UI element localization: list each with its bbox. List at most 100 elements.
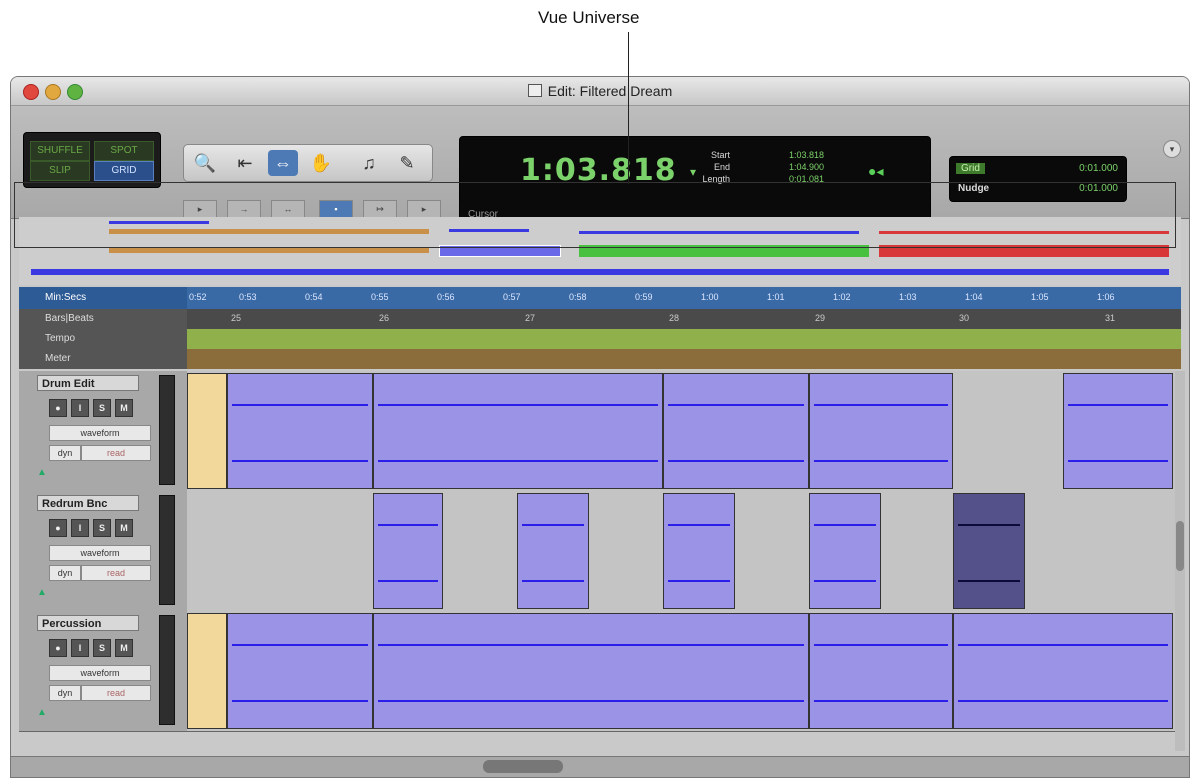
grid-value[interactable]: 0:01.000 — [1079, 163, 1118, 174]
tempo-ruler[interactable] — [187, 329, 1181, 349]
solo-button[interactable]: S — [93, 399, 111, 417]
solo-button[interactable]: S — [93, 639, 111, 657]
track-name[interactable]: Percussion — [37, 615, 139, 631]
record-enable-button[interactable]: ● — [49, 639, 67, 657]
tick-label: 1:02 — [833, 292, 851, 302]
audio-clip[interactable] — [227, 373, 373, 489]
spot-mode-button[interactable]: SPOT — [94, 141, 154, 161]
vertical-scroll-thumb[interactable] — [1176, 521, 1184, 571]
selector-tool-icon[interactable]: ⇔ — [268, 150, 298, 176]
record-enable-button[interactable]: ● — [49, 519, 67, 537]
audio-clip[interactable] — [373, 373, 663, 489]
dyn-button[interactable]: dyn — [49, 685, 81, 701]
automation-mode-selector[interactable]: read — [81, 445, 151, 461]
track-lane-redrum-bnc[interactable] — [187, 491, 1181, 612]
minsecs-ruler[interactable]: 0:52 0:53 0:54 0:55 0:56 0:57 0:58 0:59 … — [187, 287, 1181, 309]
zoom-tool-icon[interactable]: 🔍 — [190, 150, 220, 176]
scrub-tool-icon[interactable]: ♫ — [354, 150, 384, 176]
volume-icon[interactable]: ▲ — [37, 707, 47, 718]
title-bar: Edit: Filtered Dream — [11, 77, 1189, 106]
audio-clip[interactable] — [663, 493, 735, 609]
audio-clip-selected[interactable] — [953, 493, 1025, 609]
waveform — [378, 524, 438, 526]
bars-beats-ruler[interactable]: 25 26 27 28 29 30 31 — [187, 309, 1181, 329]
track-view-selector[interactable]: waveform — [49, 665, 151, 681]
grid-mode-button[interactable]: GRID — [94, 161, 154, 181]
meter-ruler-label[interactable]: Meter — [19, 349, 187, 369]
mute-button[interactable]: M — [115, 519, 133, 537]
bottom-bar — [11, 756, 1189, 777]
volume-icon[interactable]: ▲ — [37, 467, 47, 478]
track-lane-percussion[interactable] — [187, 611, 1181, 732]
input-monitor-button[interactable]: I — [71, 399, 89, 417]
slip-mode-button[interactable]: SLIP — [30, 161, 90, 181]
dyn-button[interactable]: dyn — [49, 445, 81, 461]
audio-clip[interactable] — [1063, 373, 1173, 489]
minsecs-ruler-label[interactable]: Min:Secs — [19, 287, 187, 309]
waveform — [814, 524, 876, 526]
horizontal-scroll-thumb[interactable] — [483, 760, 563, 773]
tick-label: 1:04 — [965, 292, 983, 302]
trim-tool-icon[interactable]: ⇤ — [230, 150, 260, 176]
waveform — [1068, 404, 1168, 406]
link-timeline-icon[interactable]: ●◂ — [868, 163, 883, 180]
record-enable-button[interactable]: ● — [49, 399, 67, 417]
automation-mode-selector[interactable]: read — [81, 685, 151, 701]
audio-clip[interactable] — [373, 613, 809, 729]
waveform — [814, 644, 948, 646]
rulers: Min:Secs Bars|Beats Tempo Meter 0:52 0:5… — [19, 287, 1181, 371]
bar-label: 30 — [959, 313, 970, 323]
tick-label: 0:55 — [371, 292, 389, 302]
audio-clip[interactable] — [809, 493, 881, 609]
track-view-selector[interactable]: waveform — [49, 425, 151, 441]
bars-beats-ruler-label[interactable]: Bars|Beats — [19, 309, 187, 329]
track-name[interactable]: Redrum Bnc — [37, 495, 139, 511]
callout-annotation: Vue Universe — [0, 0, 1195, 76]
volume-icon[interactable]: ▲ — [37, 587, 47, 598]
vertical-scrollbar[interactable] — [1175, 371, 1185, 751]
waveform — [232, 404, 368, 406]
automation-mode-selector[interactable]: read — [81, 565, 151, 581]
end-value[interactable]: 1:04.900 — [746, 161, 824, 173]
meter-ruler[interactable] — [187, 349, 1181, 369]
mute-button[interactable]: M — [115, 639, 133, 657]
grid-label[interactable]: Grid — [956, 163, 985, 174]
input-monitor-button[interactable]: I — [71, 519, 89, 537]
mute-button[interactable]: M — [115, 399, 133, 417]
bar-label: 29 — [815, 313, 826, 323]
waveform — [232, 644, 368, 646]
tick-label: 0:53 — [239, 292, 257, 302]
waveform — [378, 580, 438, 582]
audio-clip[interactable] — [517, 493, 589, 609]
audio-clip[interactable] — [373, 493, 443, 609]
dyn-button[interactable]: dyn — [49, 565, 81, 581]
audio-clip[interactable] — [187, 373, 227, 489]
input-monitor-button[interactable]: I — [71, 639, 89, 657]
pencil-tool-icon[interactable]: ✎ — [392, 150, 422, 176]
waveform — [522, 580, 584, 582]
audio-clip[interactable] — [187, 613, 227, 729]
tempo-ruler-label[interactable]: Tempo — [19, 329, 187, 349]
track-view-selector[interactable]: waveform — [49, 545, 151, 561]
audio-clip[interactable] — [809, 613, 953, 729]
audio-clip[interactable] — [809, 373, 953, 489]
waveform — [668, 580, 730, 582]
document-icon — [527, 84, 542, 97]
shuffle-mode-button[interactable]: SHUFFLE — [30, 141, 90, 161]
waveform — [378, 700, 804, 702]
tick-label: 0:52 — [189, 292, 207, 302]
end-label: End — [713, 162, 730, 172]
track-level-meter — [159, 495, 175, 605]
track-header-drum-edit: Drum Edit ● I S M waveform dyn read ▲ — [19, 371, 187, 492]
audio-clip[interactable] — [663, 373, 809, 489]
solo-button[interactable]: S — [93, 519, 111, 537]
audio-clip[interactable] — [227, 613, 373, 729]
track-level-meter — [159, 615, 175, 725]
audio-clip[interactable] — [953, 613, 1173, 729]
grabber-tool-icon[interactable]: ✋ — [306, 150, 336, 176]
start-value[interactable]: 1:03.818 — [746, 149, 824, 161]
waveform — [668, 460, 804, 462]
track-lane-drum-edit[interactable] — [187, 371, 1181, 492]
toolbar-menu-icon[interactable]: ▾ — [1163, 140, 1181, 158]
track-name[interactable]: Drum Edit — [37, 375, 139, 391]
